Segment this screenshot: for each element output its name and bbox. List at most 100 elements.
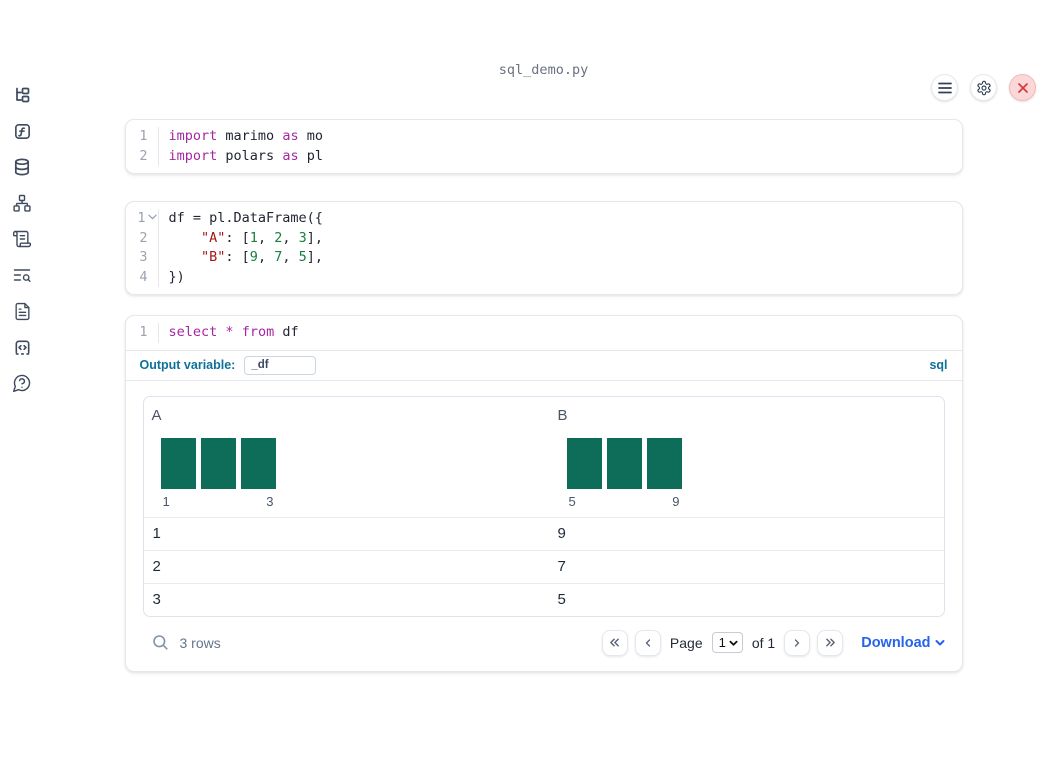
code-line[interactable]: "B": [9, 7, 5], — [169, 248, 323, 268]
sidebar-item-datasources[interactable] — [11, 157, 33, 177]
datasources-database-icon — [12, 157, 32, 177]
sidebar-panel — [0, 62, 44, 775]
line-number: 2 — [139, 147, 148, 164]
sidebar-item-documentation[interactable] — [11, 301, 33, 321]
chevron-down-icon — [935, 638, 945, 647]
histogram-bar — [606, 437, 642, 489]
download-label: Download — [861, 634, 931, 651]
chevrons-left-icon — [608, 636, 621, 649]
table-cell: 5 — [557, 591, 566, 608]
snippets-code-icon — [13, 338, 32, 357]
table-footer: 3 rows Page 1 of 1 Download — [143, 625, 945, 661]
shutdown-button[interactable] — [1009, 74, 1036, 101]
column-header-b[interactable]: B 59 — [550, 397, 944, 517]
code-line[interactable]: df = pl.DataFrame({ — [169, 209, 324, 229]
next-page-button[interactable] — [784, 629, 811, 656]
table-row[interactable]: 19 — [143, 516, 944, 550]
sql-dialect-badge[interactable]: sql — [929, 358, 947, 372]
code-area[interactable]: import marimo as mo import polars as pl — [159, 127, 323, 166]
column-name: B — [557, 406, 568, 424]
fold-chevron-icon[interactable] — [147, 214, 157, 220]
column-name: A — [151, 406, 162, 424]
histogram-axis-labels: 59 — [568, 493, 680, 509]
code-line[interactable]: }) — [169, 268, 324, 288]
code-line[interactable]: import polars as pl — [169, 147, 323, 167]
page-label: Page — [669, 634, 703, 651]
sidebar-item-snippets[interactable] — [11, 337, 33, 357]
table-cell: 1 — [152, 525, 161, 542]
histogram-bar — [646, 437, 682, 489]
variables-function-icon — [13, 122, 32, 141]
sidebar-item-dependency-graph[interactable] — [11, 193, 33, 213]
notebook-filename[interactable]: sql_demo.py — [125, 62, 963, 78]
last-page-button[interactable] — [817, 629, 844, 656]
code-line[interactable]: select * from df — [169, 323, 299, 343]
output-variable-input[interactable]: _df — [244, 355, 317, 375]
code-cell-dataframe: 1 2 3 4 df = pl.DataFrame({ "A": [1, 2, 3], … — [124, 201, 963, 295]
table-cell: 7 — [557, 558, 566, 575]
table-row[interactable]: 35 — [143, 582, 944, 616]
search-icon[interactable] — [152, 634, 169, 651]
previous-page-button[interactable] — [634, 629, 661, 656]
first-page-button[interactable] — [601, 629, 628, 656]
shutdown-close-icon — [1017, 82, 1029, 94]
sidebar-item-variables[interactable] — [11, 121, 33, 141]
file-explorer-tree-icon — [12, 85, 32, 105]
page-select-value: 1 — [718, 635, 726, 650]
notebook-menu-button[interactable] — [931, 74, 958, 101]
chevron-left-icon — [642, 637, 654, 649]
histogram-bars — [566, 437, 682, 489]
menu-icon — [937, 82, 952, 94]
table-footer-left: 3 rows — [143, 634, 221, 651]
sidebar-item-scratchpad[interactable] — [11, 229, 33, 249]
output-variable-label: Output variable: — [139, 358, 236, 372]
row-count-label: 3 rows — [179, 634, 221, 651]
line-number: 1 — [126, 209, 158, 229]
code-area[interactable]: df = pl.DataFrame({ "A": [1, 2, 3], "B":… — [159, 209, 324, 287]
line-number: 3 — [139, 249, 148, 265]
logs-search-icon — [12, 265, 32, 285]
table-row[interactable]: 27 — [143, 549, 944, 583]
pagination-controls: Page 1 of 1 Download — [601, 629, 945, 656]
sql-editor[interactable]: 1 select * from df — [126, 316, 962, 350]
table-body: 192735 — [143, 516, 944, 616]
table-cell: 9 — [557, 525, 566, 542]
table-cell: 3 — [152, 591, 161, 608]
code-line[interactable]: "A": [1, 2, 3], — [169, 229, 323, 249]
scratchpad-scroll-icon — [12, 229, 32, 249]
sidebar-item-files[interactable] — [11, 85, 33, 105]
code-cell-imports: 1 2 import marimo as mo import polars as pl — [124, 119, 963, 174]
notebook-main: sql_demo.py 1 2 import marimo as mo import … — [44, 62, 1043, 672]
page-number-select[interactable]: 1 — [711, 632, 743, 653]
line-number-gutter: 12 — [126, 127, 159, 166]
chevron-down-icon — [729, 639, 738, 647]
column-histogram: 59 — [566, 437, 682, 509]
chevrons-right-icon — [824, 636, 837, 649]
dataframe-table: A13B59 192735 — [142, 395, 945, 617]
cell-output-area: A13B59 192735 3 rows Page 1 of 1 Downloa… — [125, 379, 962, 671]
line-number: 4 — [139, 268, 148, 285]
table-cell: 2 — [152, 558, 161, 575]
line-number: 1 — [139, 128, 148, 144]
sidebar-item-logs[interactable] — [11, 265, 33, 285]
help-question-bubble-icon — [12, 373, 32, 393]
code-editor[interactable]: 1 2 3 4 df = pl.DataFrame({ "A": [1, 2, 3], … — [126, 202, 962, 294]
code-line[interactable]: import marimo as mo — [169, 127, 323, 147]
code-editor[interactable]: 1 2 import marimo as mo import polars as pl — [126, 120, 962, 173]
line-number-gutter: 1 — [126, 323, 159, 343]
chevron-right-icon — [791, 637, 803, 649]
code-area[interactable]: select * from df — [159, 323, 299, 343]
histogram-bar — [200, 437, 236, 489]
column-header-a[interactable]: A 13 — [144, 397, 550, 517]
dependency-graph-icon — [12, 193, 32, 213]
line-number-gutter: 12 3 4 — [126, 209, 159, 287]
line-number: 2 — [139, 229, 148, 246]
histogram-bars — [160, 437, 276, 489]
line-number: 1 — [139, 324, 148, 340]
settings-button[interactable] — [970, 74, 997, 101]
histogram-bar — [566, 437, 602, 489]
column-histogram: 13 — [160, 437, 276, 509]
download-button[interactable]: Download — [861, 635, 944, 651]
sql-meta-bar: Output variable: _df sql — [125, 349, 962, 380]
sidebar-item-help[interactable] — [11, 373, 33, 393]
